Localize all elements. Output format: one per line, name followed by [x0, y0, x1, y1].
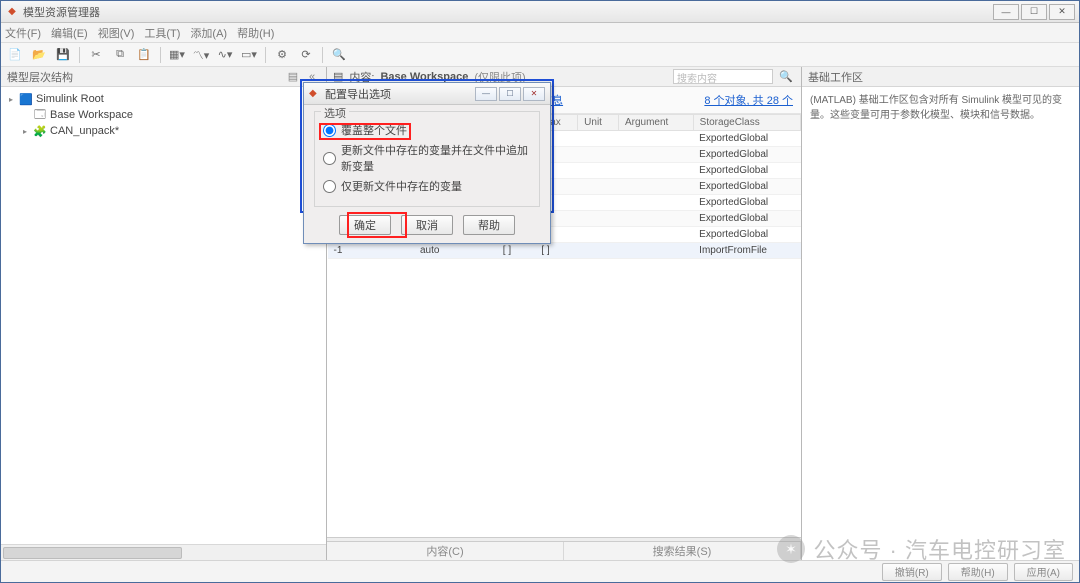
radio-overwrite-input[interactable]: [323, 124, 336, 137]
search-go-icon[interactable]: 🔍: [779, 70, 795, 83]
model-icon: 🧩: [33, 125, 47, 137]
search-icon[interactable]: 🔍: [329, 46, 349, 64]
statusbar: 撤销(R) 帮助(H) 应用(A): [1, 560, 1079, 582]
dialog-min-button[interactable]: —: [475, 87, 497, 101]
block-icon[interactable]: ▭▾: [239, 46, 259, 64]
dialog-title: 配置导出选项: [325, 86, 473, 102]
minimize-button[interactable]: —: [993, 4, 1019, 20]
tree-root[interactable]: ▸ 🟦 Simulink Root: [5, 91, 322, 107]
radio-update-append[interactable]: 更新文件中存在的变量并在文件中追加新变量: [323, 142, 531, 174]
radio-overwrite-label: 覆盖整个文件: [341, 122, 407, 138]
gear-icon[interactable]: ⚙: [272, 46, 292, 64]
left-pane-title: 模型层次结构: [7, 69, 73, 85]
left-hscroll[interactable]: [1, 544, 326, 560]
app-icon: ◆: [5, 5, 19, 19]
content-value: Base Workspace: [380, 71, 468, 83]
grid-icon[interactable]: ▦▾: [167, 46, 187, 64]
workspace-icon: 🗔: [33, 109, 47, 121]
dialog-icon: ◆: [309, 88, 321, 100]
apply-button[interactable]: 应用(A): [1014, 563, 1073, 581]
tab-contents[interactable]: 内容(C): [327, 542, 564, 560]
tree-root-label: Simulink Root: [36, 93, 104, 105]
help-button[interactable]: 帮助(H): [948, 563, 1008, 581]
menu-add[interactable]: 添加(A): [190, 25, 227, 41]
radio-update-only-input[interactable]: [323, 180, 336, 193]
options-group-label: 选项: [321, 105, 349, 121]
copy-icon[interactable]: ⧉: [110, 46, 130, 64]
menu-tools[interactable]: 工具(T): [144, 25, 180, 41]
dialog-titlebar: ◆ 配置导出选项 — ☐ ✕: [304, 83, 550, 105]
content-search[interactable]: 搜索内容: [673, 69, 773, 84]
tree-base-ws[interactable]: 🗔 Base Workspace: [5, 107, 322, 123]
col-argument[interactable]: Argument: [618, 115, 693, 131]
filter-icon[interactable]: ▤: [285, 70, 301, 84]
radio-update-append-label: 更新文件中存在的变量并在文件中追加新变量: [341, 142, 531, 174]
dialog-max-button[interactable]: ☐: [499, 87, 521, 101]
dlg-help-button[interactable]: 帮助: [463, 215, 515, 235]
refresh-icon[interactable]: ⟳: [296, 46, 316, 64]
right-pane-header: 基础工作区: [802, 67, 1079, 87]
save-icon[interactable]: 💾: [53, 46, 73, 64]
radio-overwrite[interactable]: 覆盖整个文件: [323, 122, 531, 138]
chart-icon[interactable]: 〽▾: [191, 46, 211, 64]
tree-model-label: CAN_unpack*: [50, 125, 119, 137]
object-count[interactable]: 8 个对象, 共 28 个: [704, 92, 793, 108]
radio-update-append-input[interactable]: [323, 152, 336, 165]
signal-icon[interactable]: ∿▾: [215, 46, 235, 64]
model-tree[interactable]: ▸ 🟦 Simulink Root 🗔 Base Workspace ▸ 🧩 C…: [1, 87, 326, 544]
menu-view[interactable]: 视图(V): [98, 25, 135, 41]
titlebar: ◆ 模型资源管理器 — ☐ ✕: [1, 1, 1079, 23]
export-dialog: ◆ 配置导出选项 — ☐ ✕ 选项 覆盖整个文件 更新文件中存在的变量并在文件中…: [303, 82, 551, 244]
ok-button[interactable]: 确定: [339, 215, 391, 235]
menubar: 文件(F) 编辑(E) 视图(V) 工具(T) 添加(A) 帮助(H): [1, 23, 1079, 43]
tree-model[interactable]: ▸ 🧩 CAN_unpack*: [5, 123, 322, 139]
radio-update-only-label: 仅更新文件中存在的变量: [341, 178, 462, 194]
tree-ws-label: Base Workspace: [50, 109, 133, 121]
toolbar: 📄 📂 💾 ✂ ⧉ 📋 ▦▾ 〽▾ ∿▾ ▭▾ ⚙ ⟳ 🔍: [1, 43, 1079, 67]
simulink-icon: 🟦: [19, 93, 33, 105]
cut-icon[interactable]: ✂: [86, 46, 106, 64]
close-button[interactable]: ✕: [1049, 4, 1075, 20]
cancel-button[interactable]: 取消: [401, 215, 453, 235]
col-storageclass[interactable]: StorageClass: [693, 115, 800, 131]
dialog-close-button[interactable]: ✕: [523, 87, 545, 101]
left-pane-header: 模型层次结构 ▤ «: [1, 67, 326, 87]
menu-help[interactable]: 帮助(H): [237, 25, 274, 41]
radio-update-only[interactable]: 仅更新文件中存在的变量: [323, 178, 531, 194]
open-icon[interactable]: 📂: [29, 46, 49, 64]
table-row[interactable]: -1auto[ ][ ]ImportFromFile: [328, 243, 801, 259]
menu-edit[interactable]: 编辑(E): [51, 25, 88, 41]
col-unit[interactable]: Unit: [578, 115, 619, 131]
right-pane-desc: (MATLAB) 基础工作区包含对所有 Simulink 模型可见的变量。这些变…: [802, 87, 1079, 560]
undo-button[interactable]: 撤销(R): [882, 563, 942, 581]
window-title: 模型资源管理器: [23, 4, 991, 20]
right-pane-title: 基础工作区: [808, 69, 863, 85]
paste-icon[interactable]: 📋: [134, 46, 154, 64]
tab-search-results[interactable]: 搜索结果(S): [564, 542, 801, 560]
new-icon[interactable]: 📄: [5, 46, 25, 64]
menu-file[interactable]: 文件(F): [5, 25, 41, 41]
maximize-button[interactable]: ☐: [1021, 4, 1047, 20]
search-placeholder: 搜索内容: [677, 74, 717, 85]
options-group: 选项 覆盖整个文件 更新文件中存在的变量并在文件中追加新变量 仅更新文件中存在的…: [314, 111, 540, 207]
